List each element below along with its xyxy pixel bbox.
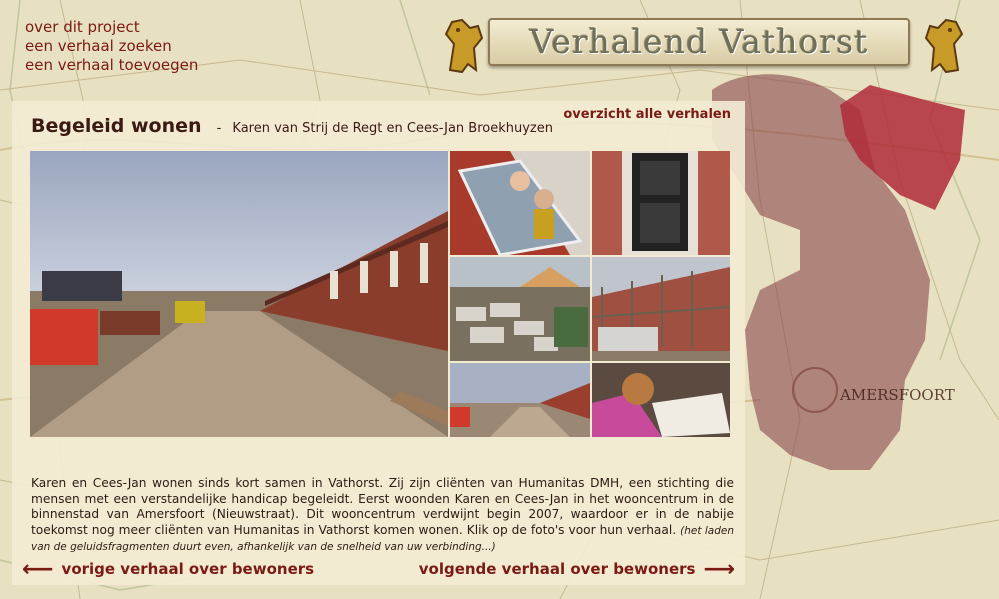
- story-body: Karen en Cees-Jan wonen sinds kort samen…: [31, 476, 734, 537]
- photo-couple-window[interactable]: [450, 151, 590, 255]
- main-nav: over dit project een verhaal zoeken een …: [25, 18, 198, 75]
- previous-story-label: vorige verhaal over bewoners: [61, 560, 315, 578]
- story-authors: Karen van Strij de Regt en Cees-Jan Broe…: [232, 121, 553, 136]
- photo-scaffolding[interactable]: [592, 257, 730, 361]
- story-title: Begeleid wonen: [31, 115, 202, 137]
- story-heading: Begeleid wonen - Karen van Strij de Regt…: [31, 115, 553, 137]
- photo-building-materials[interactable]: [450, 257, 590, 361]
- site-title: Verhalend Vathorst: [529, 22, 869, 61]
- nav-add-link[interactable]: een verhaal toevoegen: [25, 56, 198, 75]
- previous-story-link[interactable]: ⟵ vorige verhaal over bewoners: [22, 556, 315, 582]
- photo-street-main[interactable]: [30, 151, 448, 437]
- photo-street-small[interactable]: [450, 363, 590, 437]
- nav-search-link[interactable]: een verhaal zoeken: [25, 37, 198, 56]
- story-panel: Begeleid wonen - Karen van Strij de Regt…: [12, 101, 745, 585]
- overview-all-stories-link[interactable]: overzicht alle verhalen: [563, 107, 731, 122]
- map-city-label: AMERSFOORT: [839, 386, 955, 404]
- site-banner: Verhalend Vathorst: [474, 10, 914, 70]
- next-story-label: volgende verhaal over bewoners: [418, 560, 696, 578]
- next-story-link[interactable]: volgende verhaal over bewoners ⟶: [418, 556, 735, 582]
- story-description: Karen en Cees-Jan wonen sinds kort samen…: [31, 476, 734, 556]
- title-separator: -: [216, 121, 222, 136]
- photo-woman-reading[interactable]: [592, 363, 730, 437]
- photo-front-door[interactable]: [592, 151, 730, 255]
- nav-about-link[interactable]: over dit project: [25, 18, 198, 37]
- banner-scroll: Verhalend Vathorst: [488, 18, 910, 66]
- lion-crest-icon: [924, 18, 964, 74]
- arrow-left-icon: ⟵: [22, 556, 54, 582]
- photo-grid: [30, 151, 730, 437]
- arrow-right-icon: ⟶: [703, 556, 735, 582]
